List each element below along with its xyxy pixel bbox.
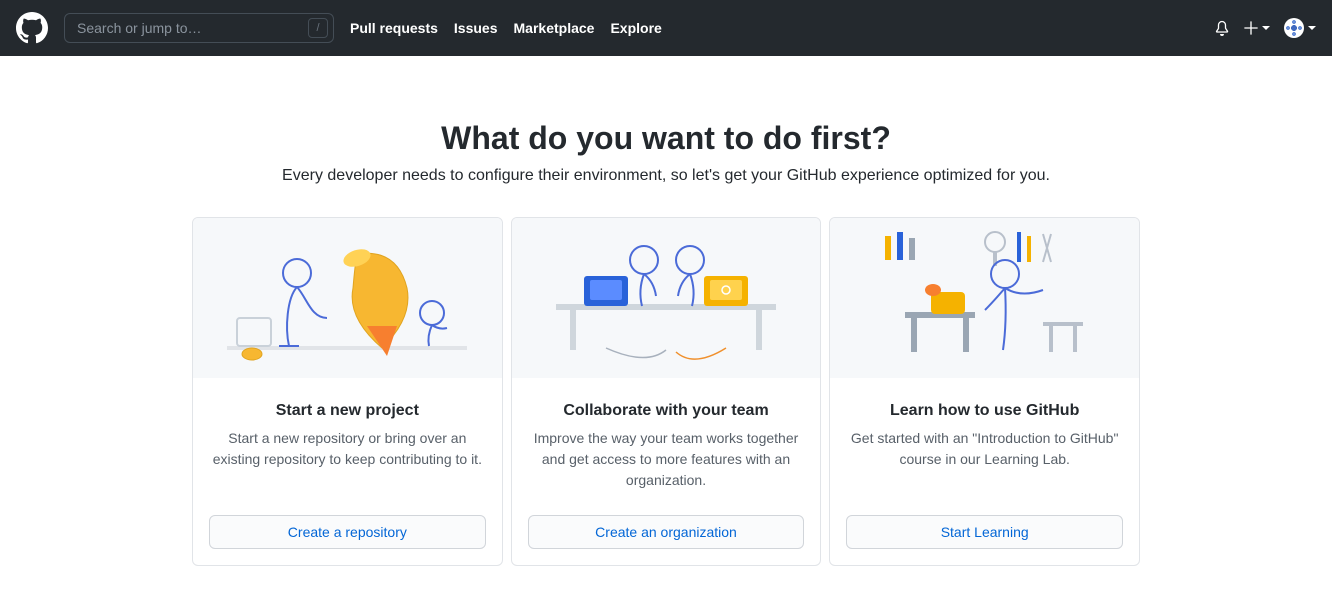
- card-collaborate: Collaborate with your team Improve the w…: [511, 217, 822, 566]
- primary-nav: Pull requests Issues Marketplace Explore: [350, 20, 678, 36]
- option-cards: Start a new project Start a new reposito…: [192, 217, 1140, 566]
- nav-marketplace[interactable]: Marketplace: [514, 20, 595, 36]
- card-desc: Improve the way your team works together…: [528, 428, 805, 491]
- start-learning-button[interactable]: Start Learning: [846, 515, 1123, 549]
- nav-issues[interactable]: Issues: [454, 20, 498, 36]
- onboarding-main: What do you want to do first? Every deve…: [160, 56, 1172, 606]
- card-start-project: Start a new project Start a new reposito…: [192, 217, 503, 566]
- header-actions: [1214, 18, 1316, 38]
- card-desc: Start a new repository or bring over an …: [209, 428, 486, 491]
- illustration-team: [512, 218, 821, 378]
- github-logo[interactable]: [16, 12, 48, 44]
- page-subtitle: Every developer needs to configure their…: [192, 167, 1140, 185]
- create-organization-button[interactable]: Create an organization: [528, 515, 805, 549]
- illustration-workshop: [830, 218, 1139, 378]
- global-header: / Pull requests Issues Marketplace Explo…: [0, 0, 1332, 56]
- illustration-lamp: [193, 218, 502, 378]
- create-menu[interactable]: [1244, 21, 1270, 35]
- notifications-button[interactable]: [1214, 20, 1230, 36]
- page-title: What do you want to do first?: [192, 120, 1140, 157]
- github-mark-icon: [16, 12, 48, 44]
- card-title: Learn how to use GitHub: [846, 402, 1123, 420]
- card-title: Start a new project: [209, 402, 486, 420]
- card-title: Collaborate with your team: [528, 402, 805, 420]
- user-menu[interactable]: [1284, 18, 1316, 38]
- avatar: [1284, 18, 1304, 38]
- plus-icon: [1244, 21, 1258, 35]
- nav-pull-requests[interactable]: Pull requests: [350, 20, 438, 36]
- search-wrap: /: [64, 13, 334, 43]
- create-repository-button[interactable]: Create a repository: [209, 515, 486, 549]
- caret-down-icon: [1262, 26, 1270, 30]
- search-input[interactable]: [64, 13, 334, 43]
- card-learn: Learn how to use GitHub Get started with…: [829, 217, 1140, 566]
- card-desc: Get started with an "Introduction to Git…: [846, 428, 1123, 491]
- nav-explore[interactable]: Explore: [610, 20, 661, 36]
- caret-down-icon: [1308, 26, 1316, 30]
- bell-icon: [1214, 20, 1230, 36]
